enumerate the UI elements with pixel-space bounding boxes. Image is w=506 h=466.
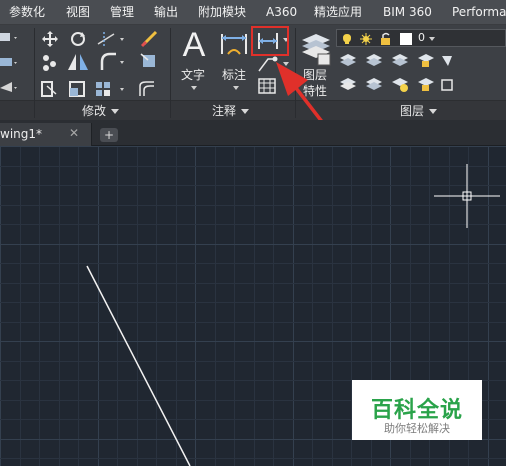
menu-tab-bim360[interactable]: BIM 360 <box>383 0 432 25</box>
menu-tab-output[interactable]: 输出 <box>154 0 178 25</box>
dimension-dropdown-caret[interactable] <box>233 86 239 90</box>
menu-tab-manage[interactable]: 管理 <box>110 0 134 25</box>
text-tool-icon[interactable]: A <box>180 28 208 62</box>
layer-dropdown[interactable]: 0 <box>336 29 506 47</box>
layer-unlock-icon <box>418 78 434 91</box>
lock-icon <box>381 38 390 45</box>
lightbulb-icon <box>343 34 351 44</box>
ribbon-separator <box>34 28 35 118</box>
watermark-subtitle: 助你轻松解决 <box>384 422 450 435</box>
file-tab-bar: wing1* ✕ <box>0 120 506 146</box>
dimension-tool-label[interactable]: 标注 <box>222 66 246 83</box>
close-tab-icon[interactable]: ✕ <box>69 126 79 140</box>
menu-bar: 参数化 视图 管理 输出 附加模块 A360 精选应用 BIM 360 Perf… <box>0 0 506 25</box>
text-tool-label[interactable]: 文字 <box>181 66 205 83</box>
fillet-icon <box>100 52 124 70</box>
layer-match-icon <box>442 56 452 66</box>
document-tab-name: wing1* <box>0 127 43 141</box>
draw-tools-icon[interactable] <box>0 30 20 94</box>
trim-icon <box>97 32 124 46</box>
move-icon <box>42 31 58 47</box>
rotate-icon <box>71 32 85 46</box>
modify-tools-icons[interactable] <box>40 30 165 98</box>
explode-icon <box>140 53 155 67</box>
layer-color-swatch <box>400 33 412 45</box>
menu-tab-a360[interactable]: A360 <box>266 0 297 25</box>
layer-walk-icon <box>366 78 382 90</box>
drawn-line[interactable] <box>86 265 191 466</box>
layer-freeze-icon <box>392 54 408 66</box>
mirror-icon <box>68 54 88 70</box>
current-layer-value: 0 <box>418 31 425 44</box>
ribbon-separator <box>170 28 171 118</box>
array-icon <box>96 82 124 96</box>
modify-panel-label[interactable]: 修改 <box>82 102 120 119</box>
scale-icon <box>69 81 85 97</box>
layer-copy-icon <box>441 79 453 91</box>
menu-tab-addins[interactable]: 附加模块 <box>198 0 246 25</box>
erase-icon <box>140 30 158 48</box>
menu-tab-view[interactable]: 视图 <box>66 0 90 25</box>
annotation-panel-label[interactable]: 注释 <box>212 102 250 119</box>
layer-thaw-icon <box>392 78 408 92</box>
menu-tab-performance[interactable]: Performa <box>452 0 506 25</box>
layer-state-icons <box>343 32 412 45</box>
document-tab[interactable]: wing1* ✕ <box>0 123 92 146</box>
copy-icon <box>43 55 56 71</box>
layers-panel-label[interactable]: 图层 <box>400 102 438 119</box>
text-dropdown-caret[interactable] <box>191 86 197 90</box>
stretch-icon <box>41 81 57 97</box>
layer-lock-icon <box>418 54 434 67</box>
menu-tab-parametric[interactable]: 参数化 <box>9 0 45 25</box>
new-tab-button[interactable]: + <box>100 128 118 142</box>
menu-tab-featured[interactable]: 精选应用 <box>314 0 362 25</box>
dimension-tool-icon[interactable] <box>218 30 250 62</box>
layer-isolate-icon <box>366 54 382 66</box>
watermark: 百科全说 助你轻松解决 <box>352 380 482 440</box>
layer-dropdown-caret[interactable] <box>429 37 435 41</box>
offset-icon <box>139 81 154 96</box>
crosshair-cursor <box>434 164 500 228</box>
